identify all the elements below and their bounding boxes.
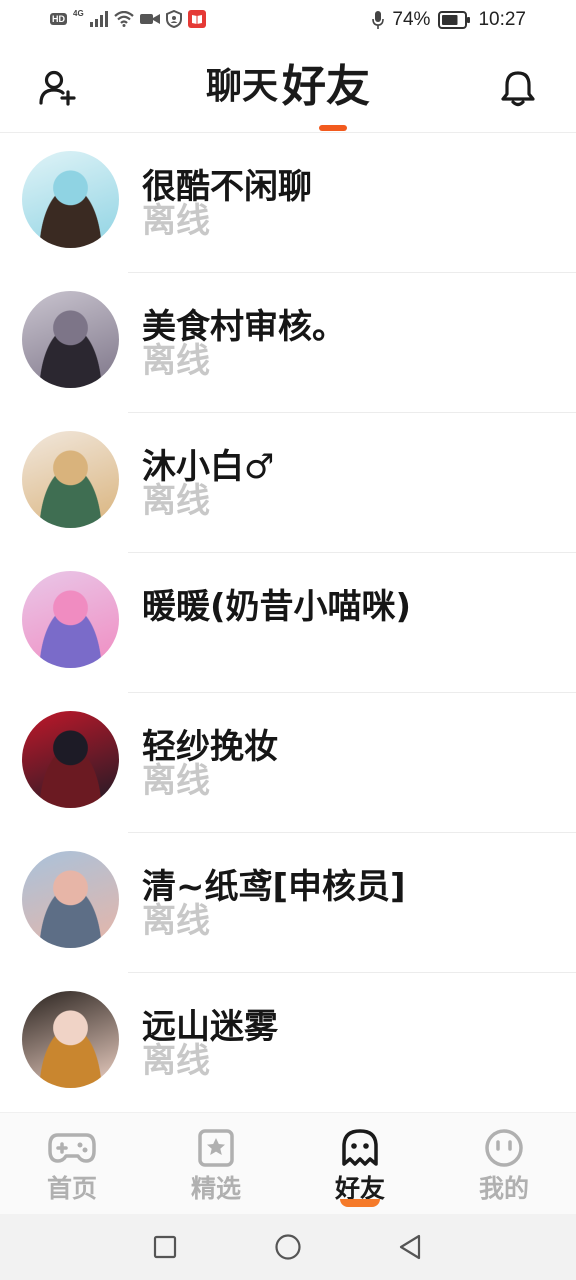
avatar[interactable]: [22, 151, 119, 248]
friend-status: 离线: [142, 341, 210, 381]
nav-label: 首页: [46, 1174, 97, 1203]
status-bar: HD 4G 74% 10:27: [0, 0, 576, 44]
bell-icon: [501, 71, 535, 107]
book-app-icon: [187, 10, 206, 28]
friend-status: 离线: [142, 901, 210, 941]
friend-name: 暖暖(奶昔小喵咪): [142, 587, 412, 627]
status-left: HD 4G: [50, 8, 206, 28]
friend-row[interactable]: 轻纱挽妆 离线: [0, 693, 576, 833]
friend-list: 很酷不闲聊 离线 美食村审核。 离线 沐小白♂ 离线 暖暖(奶昔小喵咪) 轻纱挽…: [0, 133, 576, 1113]
friend-status: 离线: [142, 761, 210, 801]
notifications-button[interactable]: [496, 66, 540, 110]
star-badge-icon: [192, 1127, 240, 1169]
friend-row[interactable]: 暖暖(奶昔小喵咪): [0, 553, 576, 693]
friend-row[interactable]: 美食村审核。 离线: [0, 273, 576, 413]
hd-icon: HD: [50, 13, 67, 25]
home-icon: [275, 1234, 301, 1260]
friend-status: 离线: [142, 201, 210, 241]
header-tabs: 聊天 好友: [0, 60, 576, 114]
nav-label: 精选: [190, 1174, 241, 1203]
tab-friends[interactable]: 好友: [282, 60, 370, 114]
gamepad-icon: [48, 1127, 96, 1169]
network-type: 4G: [73, 8, 84, 18]
friend-row[interactable]: 很酷不闲聊 离线: [0, 133, 576, 273]
nav-label: 我的: [478, 1174, 529, 1203]
friend-status: 离线: [142, 1041, 210, 1081]
avatar[interactable]: [22, 711, 119, 808]
avatar[interactable]: [22, 991, 119, 1088]
clock: 10:27: [478, 9, 526, 30]
friend-row[interactable]: 清~纸鸢[申核员] 离线: [0, 833, 576, 973]
recent-apps-button[interactable]: [150, 1232, 180, 1262]
avatar[interactable]: [22, 571, 119, 668]
ghost-icon: [336, 1127, 384, 1169]
nav-friends[interactable]: 好友: [288, 1113, 432, 1215]
shield-icon: [165, 10, 182, 28]
nav-featured[interactable]: 精选: [144, 1113, 288, 1215]
bottom-nav: 首页 精选 好友 我的: [0, 1112, 576, 1215]
active-tab-indicator: [319, 125, 347, 131]
friend-row[interactable]: 远山迷雾 离线: [0, 973, 576, 1113]
friend-status: 离线: [142, 481, 210, 521]
back-button[interactable]: [395, 1232, 425, 1262]
nav-mine[interactable]: 我的: [432, 1113, 576, 1215]
system-nav-bar: [0, 1214, 576, 1280]
tab-chat[interactable]: 聊天: [206, 60, 278, 114]
recent-apps-icon: [153, 1235, 177, 1259]
active-nav-indicator: [340, 1199, 380, 1207]
battery-icon: [438, 11, 471, 29]
nav-home[interactable]: 首页: [0, 1113, 144, 1215]
video-icon: [139, 14, 160, 24]
battery-percent: 74%: [392, 9, 431, 30]
mic-icon: [372, 11, 385, 29]
back-icon: [399, 1234, 421, 1260]
signal-icon: [89, 11, 108, 27]
home-button[interactable]: [273, 1232, 303, 1262]
face-icon: [480, 1127, 528, 1169]
avatar[interactable]: [22, 291, 119, 388]
friend-row[interactable]: 沐小白♂ 离线: [0, 413, 576, 553]
app-header: 聊天 好友: [0, 44, 576, 133]
status-right: 74% 10:27: [372, 9, 526, 31]
wifi-icon: [113, 11, 134, 27]
avatar[interactable]: [22, 851, 119, 948]
avatar[interactable]: [22, 431, 119, 528]
